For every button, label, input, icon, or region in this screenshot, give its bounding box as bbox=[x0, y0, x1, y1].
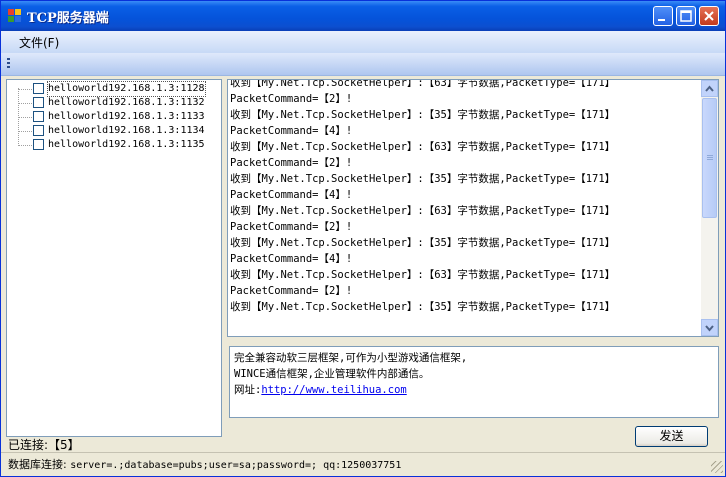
maximize-icon bbox=[680, 10, 692, 22]
minimize-icon bbox=[658, 19, 665, 21]
client-label: helloworld192.168.1.3:1135 bbox=[48, 139, 205, 150]
log-content: 收到【My.Net.Tcp.SocketHelper】:【63】字节数据,Pac… bbox=[230, 79, 702, 315]
log-line: 收到【My.Net.Tcp.SocketHelper】:【63】字节数据,Pac… bbox=[230, 269, 616, 281]
close-icon bbox=[704, 11, 714, 21]
send-button[interactable]: 发送 bbox=[635, 426, 708, 447]
log-scrollbar[interactable] bbox=[701, 80, 718, 336]
log-line: 收到【My.Net.Tcp.SocketHelper】:【35】字节数据,Pac… bbox=[230, 237, 616, 249]
scroll-thumb[interactable] bbox=[702, 98, 717, 218]
log-line: PacketCommand=【2】! bbox=[230, 285, 353, 297]
client-checkbox[interactable] bbox=[33, 83, 44, 94]
log-line: PacketCommand=【2】! bbox=[230, 157, 353, 169]
log-line: PacketCommand=【4】! bbox=[230, 253, 353, 265]
main-window: TCP服务器端 文件(F) helloworld192.168.1.3:1128… bbox=[0, 0, 726, 477]
client-checkbox[interactable] bbox=[33, 125, 44, 136]
window-title: TCP服务器端 bbox=[27, 11, 109, 26]
resize-grip[interactable] bbox=[711, 461, 723, 473]
connection-count: 已连接:【5】 bbox=[8, 438, 80, 452]
db-connection-label: 数据库连接: bbox=[8, 458, 67, 471]
scroll-down-button[interactable] bbox=[701, 319, 718, 336]
log-line: 收到【My.Net.Tcp.SocketHelper】:【35】字节数据,Pac… bbox=[230, 173, 616, 185]
client-label: helloworld192.168.1.3:1128 bbox=[47, 81, 206, 97]
chevron-down-icon bbox=[705, 325, 714, 332]
title-bar[interactable]: TCP服务器端 bbox=[1, 1, 725, 31]
minimize-button[interactable] bbox=[653, 6, 673, 26]
log-line: PacketCommand=【2】! bbox=[230, 93, 353, 105]
message-line: 完全兼容动软三层框架,可作为小型游戏通信框架, bbox=[234, 352, 468, 364]
log-line: 收到【My.Net.Tcp.SocketHelper】:【63】字节数据,Pac… bbox=[230, 141, 616, 153]
website-link[interactable]: http://www.teilihua.com bbox=[261, 384, 406, 396]
toolbar bbox=[1, 53, 725, 76]
message-input[interactable]: 完全兼容动软三层框架,可作为小型游戏通信框架, WINCE通信框架,企业管理软件… bbox=[229, 346, 719, 418]
db-connection-value: server=.;database=pubs;user=sa;password=… bbox=[70, 460, 402, 471]
menu-file[interactable]: 文件(F) bbox=[13, 34, 65, 51]
close-button[interactable] bbox=[699, 6, 719, 26]
message-line: WINCE通信框架,企业管理软件内部通信。 bbox=[234, 368, 430, 380]
client-label: helloworld192.168.1.3:1132 bbox=[48, 97, 205, 108]
menu-bar: 文件(F) bbox=[1, 31, 725, 53]
chevron-up-icon bbox=[705, 85, 714, 92]
maximize-button[interactable] bbox=[676, 6, 696, 26]
log-line: PacketCommand=【4】! bbox=[230, 189, 353, 201]
log-line: 收到【My.Net.Tcp.SocketHelper】:【35】字节数据,Pac… bbox=[230, 109, 616, 121]
toolbar-grip[interactable] bbox=[7, 58, 10, 70]
app-icon bbox=[8, 9, 22, 23]
url-prefix: 网址: bbox=[234, 384, 262, 396]
client-checkbox[interactable] bbox=[33, 139, 44, 150]
log-line: 收到【My.Net.Tcp.SocketHelper】:【63】字节数据,Pac… bbox=[230, 205, 616, 217]
client-checkbox[interactable] bbox=[33, 111, 44, 122]
message-line: 网址:http://www.teilihua.com bbox=[234, 382, 714, 398]
scroll-up-button[interactable] bbox=[701, 80, 718, 97]
log-line: 收到【My.Net.Tcp.SocketHelper】:【63】字节数据,Pac… bbox=[230, 79, 616, 89]
log-line: 收到【My.Net.Tcp.SocketHelper】:【35】字节数据,Pac… bbox=[230, 301, 616, 313]
log-line: PacketCommand=【4】! bbox=[230, 125, 353, 137]
client-tree[interactable]: helloworld192.168.1.3:1128 helloworld192… bbox=[6, 79, 222, 437]
client-label: helloworld192.168.1.3:1133 bbox=[48, 111, 205, 122]
client-checkbox[interactable] bbox=[33, 97, 44, 108]
client-label: helloworld192.168.1.3:1134 bbox=[48, 125, 205, 136]
message-log[interactable]: 收到【My.Net.Tcp.SocketHelper】:【63】字节数据,Pac… bbox=[227, 79, 719, 337]
log-line: PacketCommand=【2】! bbox=[230, 221, 353, 233]
status-bar: 数据库连接: server=.;database=pubs;user=sa;pa… bbox=[1, 452, 725, 475]
